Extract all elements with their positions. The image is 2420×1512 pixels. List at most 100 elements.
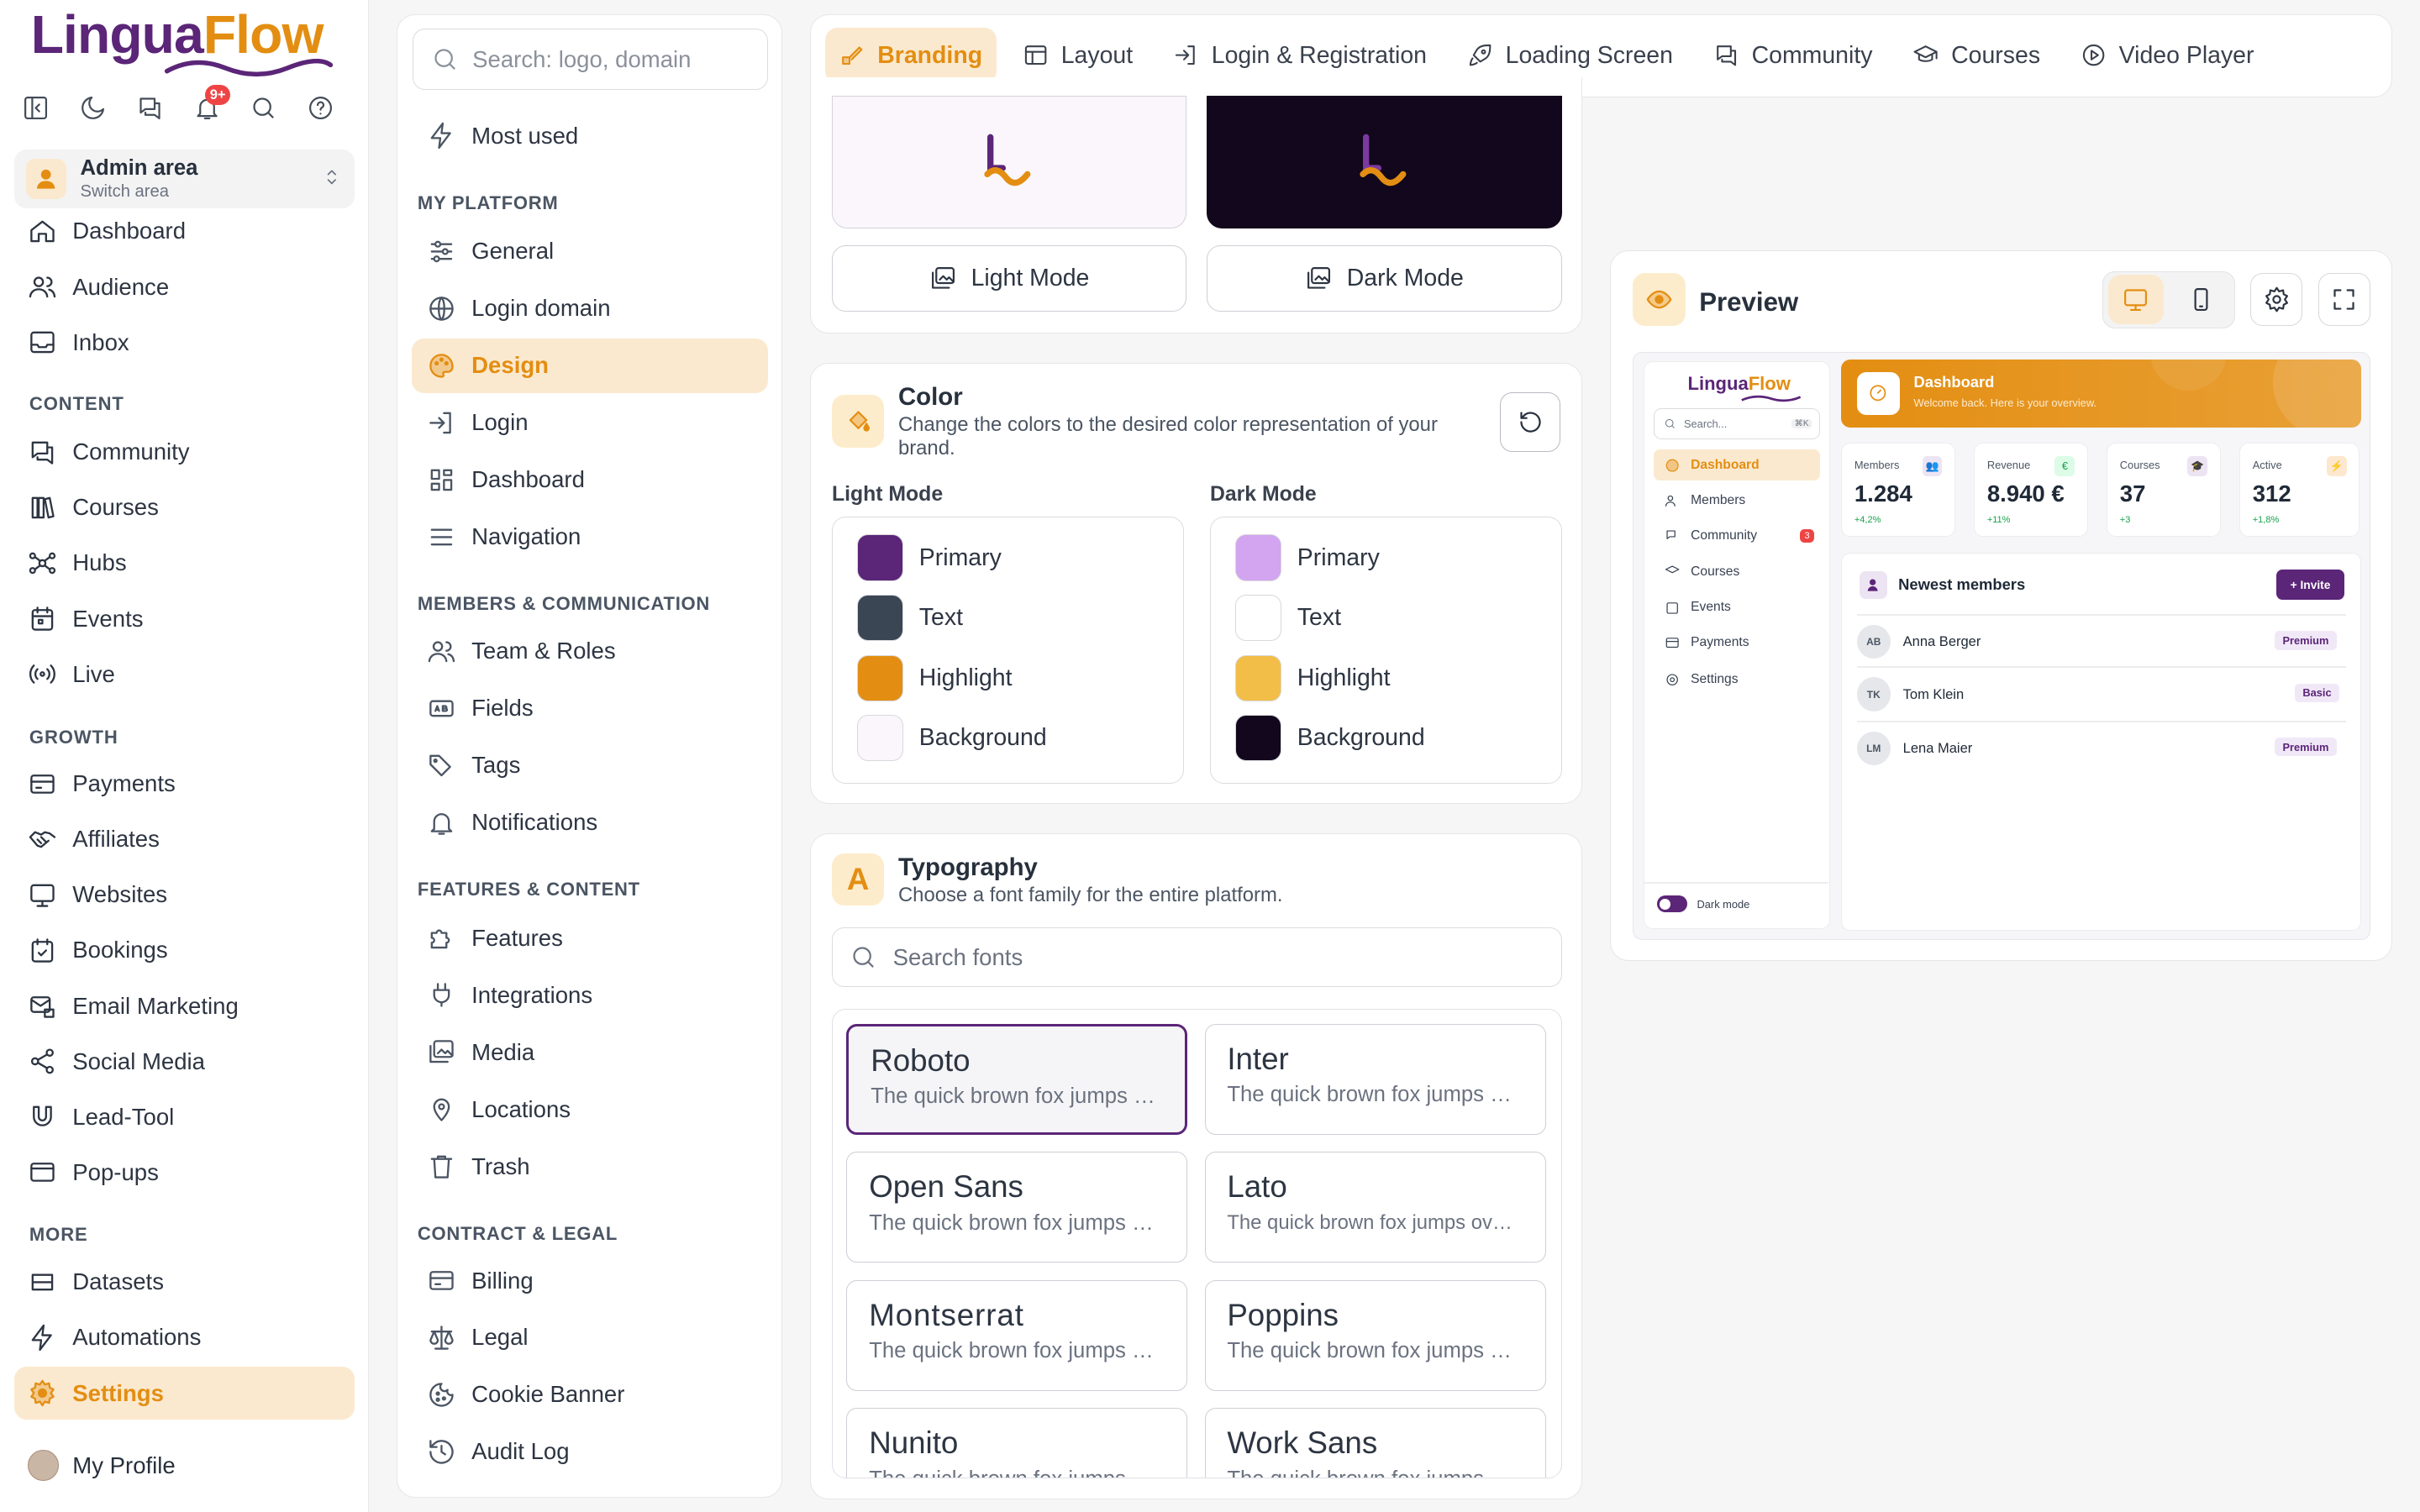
dark-mode-icon[interactable] [79, 94, 107, 122]
mini-nav-members[interactable]: Members [1654, 486, 1820, 517]
mini-nav-settings[interactable]: Settings [1654, 664, 1820, 696]
sidebar-item-automations[interactable]: Automations [14, 1311, 355, 1363]
sidebar-item-events[interactable]: Events [14, 592, 355, 644]
settings-item-integrations[interactable]: Integrations [412, 969, 768, 1022]
search-icon[interactable] [250, 94, 277, 122]
grid-icon [430, 469, 453, 491]
settings-item-login[interactable]: Login [412, 396, 768, 449]
sidebar-item-hubs[interactable]: Hubs [14, 537, 355, 589]
settings-item-cookie-banner[interactable]: Cookie Banner [412, 1368, 768, 1421]
font-search-input[interactable]: Search fonts [831, 927, 1562, 988]
mini-search-input[interactable]: Search... ⌘K [1654, 407, 1821, 439]
sidebar-item-live[interactable]: Live [14, 648, 355, 700]
settings-item-design[interactable]: Design [411, 339, 768, 393]
settings-item-most-used[interactable]: Most used [412, 109, 768, 163]
upload-light-logo-button[interactable]: Light Mode [831, 245, 1187, 312]
users-icon [428, 641, 455, 662]
area-switcher[interactable]: Admin area Switch area [13, 150, 355, 208]
sidebar-item-community[interactable]: Community [14, 426, 355, 478]
sidebar-item-lead-tool[interactable]: Lead-Tool [14, 1091, 355, 1143]
rocket-icon [1469, 45, 1491, 66]
settings-item-team-roles[interactable]: Team & Roles [412, 624, 768, 678]
settings-item-notifications[interactable]: Notifications [412, 795, 768, 849]
font-option-work-sans[interactable]: Work SansThe quick brown fox jumps over … [1204, 1408, 1546, 1478]
settings-item-dashboard[interactable]: Dashboard [412, 453, 768, 507]
settings-item-navigation[interactable]: Navigation [412, 510, 768, 564]
tab-video-player[interactable]: Video Player [2066, 28, 2268, 83]
bolt-icon: ⚡ [2326, 455, 2347, 476]
settings-item-audit-log[interactable]: Audit Log [412, 1425, 768, 1478]
desktop-view-button[interactable] [2107, 274, 2165, 324]
settings-item-legal[interactable]: Legal [412, 1310, 768, 1364]
light-background-swatch[interactable]: Background [857, 715, 1047, 762]
font-option-lato[interactable]: LatoThe quick brown fox jumps over the l… [1204, 1152, 1546, 1263]
settings-item-trash[interactable]: Trash [412, 1139, 768, 1193]
preview-settings-button[interactable] [2249, 273, 2303, 326]
settings-item-login-domain[interactable]: Login domain [412, 281, 768, 335]
tab-login-registration[interactable]: Login & Registration [1159, 28, 1440, 83]
mini-nav-events[interactable]: Events [1654, 591, 1820, 622]
sidebar-item-social-media[interactable]: Social Media [14, 1035, 355, 1087]
tab-layout[interactable]: Layout [1008, 28, 1146, 83]
light-text-swatch[interactable]: Text [857, 595, 963, 642]
font-option-inter[interactable]: InterThe quick brown fox jumps over the … [1204, 1023, 1546, 1135]
settings-item-tags[interactable]: Tags [412, 738, 768, 792]
font-option-poppins[interactable]: PoppinsThe quick brown fox jumps over th… [1204, 1279, 1546, 1391]
dark-primary-swatch[interactable]: Primary [1235, 534, 1380, 581]
notifications-icon[interactable]: 9+ [193, 85, 231, 122]
tab-community[interactable]: Community [1699, 28, 1886, 83]
logo-preview-dark[interactable] [1207, 95, 1562, 228]
app-logo[interactable]: LinguaFlow [31, 3, 333, 76]
tab-courses[interactable]: Courses [1899, 28, 2054, 83]
sidebar-item-settings[interactable]: Settings [13, 1367, 355, 1420]
sidebar-item-affiliates[interactable]: Affiliates [14, 813, 355, 865]
sidebar-item-dashboard[interactable]: Dashboard [14, 205, 355, 257]
settings-item-general[interactable]: General [412, 224, 768, 278]
mini-invite-button[interactable]: + Invite [2276, 569, 2344, 601]
upload-dark-logo-button[interactable]: Dark Mode [1207, 245, 1562, 312]
fullscreen-button[interactable] [2317, 273, 2371, 326]
collapse-sidebar-icon[interactable] [22, 94, 50, 122]
sidebar-item-bookings[interactable]: Bookings [14, 924, 355, 976]
sidebar-item-payments[interactable]: Payments [14, 758, 355, 810]
font-option-nunito[interactable]: NunitoThe quick brown fox jumps over the… [846, 1408, 1188, 1478]
bolt-icon [430, 122, 451, 150]
messages-icon[interactable] [136, 94, 164, 122]
dark-background-swatch[interactable]: Background [1235, 715, 1425, 762]
tab-branding[interactable]: Branding [824, 28, 997, 84]
mini-dark-mode-toggle[interactable]: Dark mode [1656, 895, 1749, 913]
sidebar-item-pop-ups[interactable]: Pop-ups [14, 1147, 355, 1199]
light-primary-swatch[interactable]: Primary [857, 534, 1002, 581]
sidebar-item-courses[interactable]: Courses [14, 481, 355, 533]
mobile-view-button[interactable] [2173, 275, 2228, 324]
font-option-montserrat[interactable]: MontserratThe quick brown fox jumps over… [846, 1279, 1188, 1391]
reset-colors-button[interactable] [1500, 391, 1560, 453]
settings-item-features[interactable]: Features [412, 911, 768, 965]
font-option-roboto[interactable]: RobotoThe quick brown fox jumps over the… [846, 1023, 1188, 1135]
settings-item-locations[interactable]: Locations [412, 1083, 768, 1137]
mini-nav-courses[interactable]: Courses [1654, 556, 1820, 587]
dark-text-swatch[interactable]: Text [1235, 595, 1341, 642]
mini-member-row: AB Anna Berger [1856, 624, 1981, 659]
help-icon[interactable] [307, 94, 334, 122]
mini-nav-payments[interactable]: Payments [1654, 627, 1820, 659]
font-option-open-sans[interactable]: Open SansThe quick brown fox jumps over … [846, 1152, 1188, 1263]
sidebar-item-inbox[interactable]: Inbox [14, 317, 355, 369]
sidebar-item-audience[interactable]: Audience [14, 260, 355, 312]
mini-nav-dashboard[interactable]: Dashboard [1654, 449, 1821, 481]
sidebar-item-websites[interactable]: Websites [14, 869, 355, 921]
settings-search-input[interactable]: Search: logo, domain [413, 29, 768, 91]
calendar-icon [1666, 601, 1678, 614]
tab-loading-screen[interactable]: Loading Screen [1453, 28, 1686, 83]
mini-nav-community[interactable]: Community 3 [1654, 521, 1820, 552]
sidebar-item-email-marketing[interactable]: Email Marketing [14, 979, 355, 1032]
sidebar-item-datasets[interactable]: Datasets [14, 1256, 355, 1308]
my-profile-link[interactable]: My Profile [28, 1450, 176, 1482]
settings-item-fields[interactable]: Fields [412, 681, 768, 735]
settings-item-billing[interactable]: Billing [412, 1253, 768, 1307]
light-highlight-swatch[interactable]: Highlight [857, 654, 1013, 701]
section-members-communication: MEMBERS & COMMUNICATION [417, 593, 711, 615]
logo-preview-light[interactable] [831, 95, 1187, 228]
settings-item-media[interactable]: Media [412, 1026, 768, 1079]
dark-highlight-swatch[interactable]: Highlight [1235, 654, 1391, 701]
